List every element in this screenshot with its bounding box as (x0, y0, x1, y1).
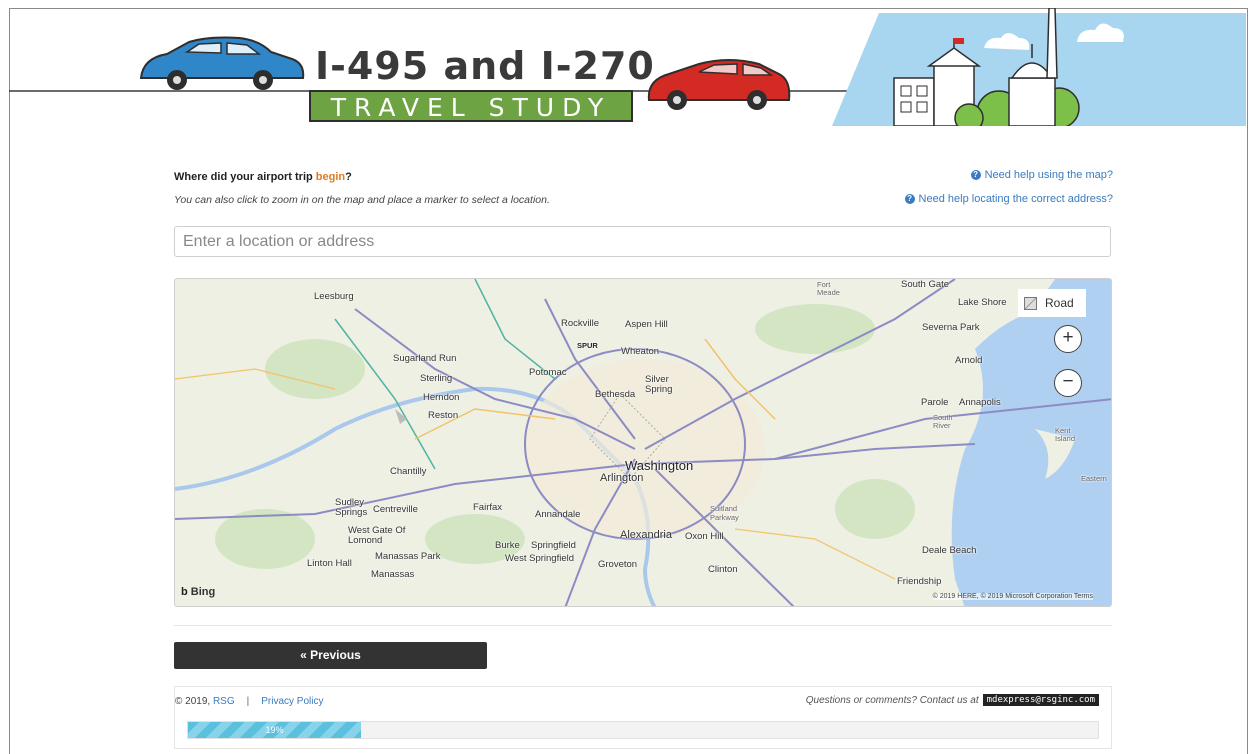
map-label-annandale: Annandale (535, 509, 581, 520)
map-view[interactable]: Washington Arlington Alexandria Bethesda… (174, 278, 1112, 607)
question-heading: Where did your airport trip begin? (174, 171, 352, 183)
map-label-washington: Washington (625, 458, 694, 473)
map-label-linton-hall: Linton Hall (307, 558, 352, 569)
previous-button[interactable]: « Previous (174, 642, 487, 669)
map-label-reston: Reston (428, 410, 459, 421)
map-label-friendship: Friendship (897, 576, 942, 587)
header-banner: I-495 and I-270 TRAVEL STUDY (9, 8, 1246, 126)
zoom-out-button[interactable]: − (1054, 369, 1082, 397)
map-label-manassas-park: Manassas Park (375, 551, 441, 562)
red-car-icon (647, 59, 791, 110)
address-help-label: Need help locating the correct address? (918, 193, 1113, 205)
map-label-leesburg: Leesburg (314, 291, 354, 302)
question-suffix: ? (345, 171, 352, 183)
map-label-fairfax: Fairfax (473, 502, 503, 513)
contact-email[interactable]: mdexpress@rsginc.com (982, 694, 1099, 706)
map-label-severna-park: Severna Park (922, 322, 980, 333)
bing-logo: b Bing (181, 586, 215, 598)
map-label-wheaton: Wheaton (621, 346, 660, 357)
map-label-sterling: Sterling (420, 373, 453, 384)
progress-bar: 19% (187, 721, 1099, 739)
map-label-centreville: Centreville (373, 504, 418, 515)
map-label-fort-meade: Fort Meade (817, 280, 840, 297)
location-search-input[interactable]: Enter a location or address (174, 226, 1111, 257)
map-label-kent-island: Kent Island (1055, 426, 1076, 443)
map-label-chantilly: Chantilly (390, 466, 427, 477)
question-highlight: begin (315, 171, 346, 183)
map-label-bethesda: Bethesda (595, 389, 636, 400)
question-prefix: Where did your airport trip (174, 171, 316, 183)
study-title: I-495 and I-270 (315, 44, 655, 88)
map-label-potomac: Potomac (529, 367, 567, 378)
map-label-west-springfield: West Springfield (505, 553, 574, 564)
map-label-suitland: Suitland Parkway (710, 504, 739, 522)
map-label-sugarland-run: Sugarland Run (393, 353, 457, 364)
map-label-herndon: Herndon (423, 392, 460, 403)
rsg-link[interactable]: RSG (213, 696, 235, 707)
footer-divider: | (246, 696, 250, 707)
map-label-aspen-hill: Aspen Hill (625, 319, 668, 330)
map-label-alexandria: Alexandria (620, 529, 672, 541)
map-label-eastern: Eastern (1081, 474, 1107, 483)
progress-fill: 19% (188, 722, 361, 738)
address-help-link[interactable]: ? Need help locating the correct address… (904, 193, 1113, 205)
map-style-label: Road (1045, 296, 1074, 310)
instruction-text: You can also click to zoom in on the map… (174, 194, 550, 206)
study-subtitle: TRAVEL STUDY (309, 90, 633, 122)
map-label-burke: Burke (495, 540, 520, 551)
question-circle-icon: ? (904, 194, 915, 204)
zoom-in-button[interactable]: + (1054, 325, 1082, 353)
footer-contact: Questions or comments? Contact us at mde… (806, 694, 1099, 706)
map-label-parole: Parole (921, 397, 949, 408)
map-help-label: Need help using the map? (984, 169, 1113, 181)
map-label-oxon-hill: Oxon Hill (685, 531, 724, 542)
map-label-south-gate: South Gate (901, 279, 950, 290)
map-label-arlington: Arlington (600, 472, 644, 484)
map-label-lake-shore: Lake Shore (958, 297, 1007, 308)
map-label-west-gate: West Gate Of Lomond (348, 525, 406, 546)
map-label-manassas: Manassas (371, 569, 415, 580)
map-label-south-river: South River (933, 413, 953, 430)
footer: © 2019, RSG | Privacy Policy Questions or … (174, 686, 1112, 749)
map-label-silver-spring: Silver Spring (645, 374, 673, 395)
map-label-spur: SPUR (577, 341, 598, 350)
map-label-rockville: Rockville (561, 318, 600, 329)
map-label-arnold: Arnold (955, 355, 983, 366)
map-label-deale-beach: Deale Beach (922, 545, 977, 556)
contact-text: Questions or comments? Contact us at (805, 694, 979, 706)
map-label-clinton: Clinton (708, 564, 738, 575)
map-label-springfield: Springfield (531, 540, 576, 551)
map-style-road-button[interactable]: Road (1018, 289, 1086, 317)
road-map-icon (1024, 296, 1037, 310)
privacy-policy-link[interactable]: Privacy Policy (261, 696, 323, 707)
divider (174, 625, 1112, 626)
map-copyright: © 2019 HERE, © 2019 Microsoft Corporatio… (932, 593, 1093, 600)
bing-b-icon: b (181, 586, 188, 598)
blue-car-icon (139, 36, 305, 90)
map-label-annapolis: Annapolis (959, 397, 1001, 408)
footer-left: © 2019, RSG | Privacy Policy (175, 696, 323, 707)
map-help-link[interactable]: ? Need help using the map? (970, 169, 1113, 181)
footer-copyright: © 2019, (175, 696, 213, 707)
question-circle-icon: ? (970, 170, 981, 180)
map-label-groveton: Groveton (598, 559, 638, 570)
bing-label: Bing (190, 586, 216, 598)
map-label-sudley-springs: Sudley Springs (335, 497, 368, 518)
